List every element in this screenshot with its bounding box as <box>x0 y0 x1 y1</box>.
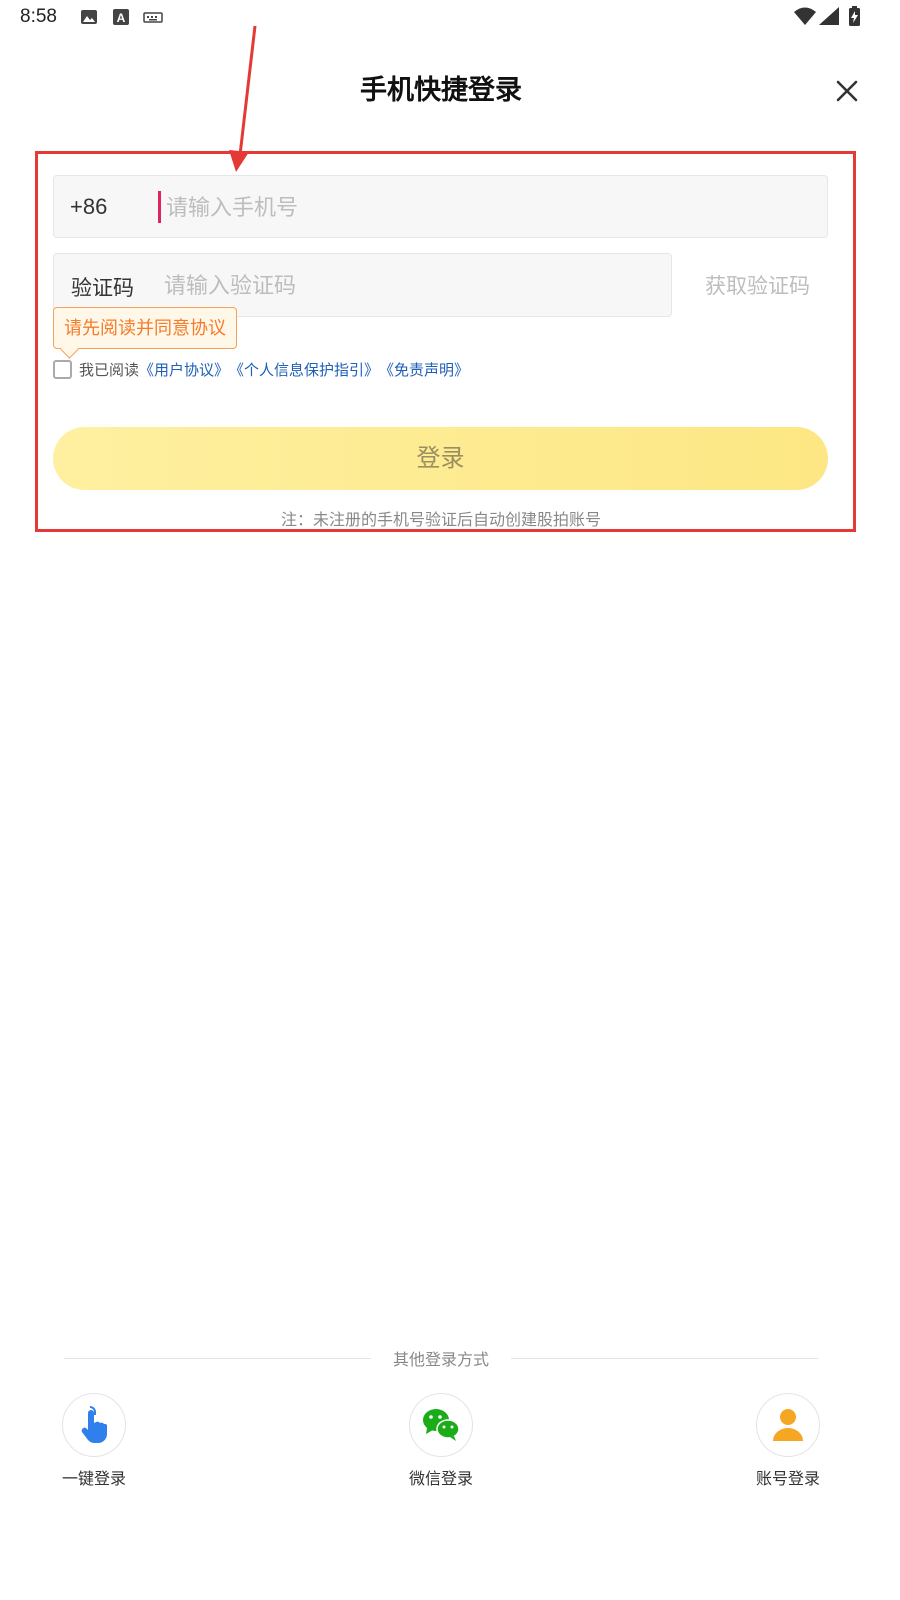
one-click-login-label[interactable]: 一键登录 <box>39 1465 149 1489</box>
login-screen: 8:58 A 手机快捷登录 +86 请输入手机号 验证码 请输入验证码 获取验证… <box>0 0 900 1600</box>
image-icon <box>81 10 97 24</box>
other-login-label: 其他登录方式 <box>371 1346 511 1370</box>
login-button[interactable]: 登录 <box>53 427 828 490</box>
account-login-circle[interactable] <box>756 1393 820 1457</box>
verification-code-input[interactable] <box>162 264 656 308</box>
wechat-login-circle[interactable] <box>409 1393 473 1457</box>
status-time: 8:58 <box>20 6 57 27</box>
user-agreement-link[interactable]: 《用户协议》 <box>139 359 229 380</box>
wechat-login-label[interactable]: 微信登录 <box>386 1465 496 1489</box>
disclaimer-link[interactable]: 《免责声明》 <box>379 359 469 380</box>
agreement-prefix: 我已阅读 <box>79 360 140 379</box>
tap-hand-icon <box>81 1406 107 1444</box>
privacy-guide-link[interactable]: 《个人信息保护指引》 <box>229 359 379 380</box>
verification-code-label: 验证码 <box>71 276 134 300</box>
svg-text:A: A <box>117 11 126 25</box>
signal-icon <box>819 7 839 25</box>
text-caret <box>158 191 161 223</box>
status-bar: 8:58 A <box>0 0 900 36</box>
agreement-tooltip: 请先阅读并同意协议 <box>53 307 237 359</box>
page-title: 手机快捷登录 <box>360 75 522 106</box>
agreement-checkbox[interactable] <box>53 359 72 379</box>
phone-input[interactable] <box>164 186 808 230</box>
phone-field[interactable]: +86 <box>53 175 828 238</box>
agreement-tooltip-text: 请先阅读并同意协议 <box>64 318 226 339</box>
keyboard-icon <box>143 12 163 23</box>
a-icon: A <box>113 9 129 25</box>
one-click-login-option[interactable]: 一键登录 <box>39 1393 149 1489</box>
close-icon[interactable] <box>830 74 864 108</box>
wifi-icon <box>794 7 816 25</box>
battery-charging-icon <box>849 6 860 26</box>
wechat-icon <box>423 1409 460 1441</box>
one-click-login-circle[interactable] <box>62 1393 126 1457</box>
agreement-row: 我已阅读 《用户协议》 《个人信息保护指引》 《免责声明》 <box>53 356 469 382</box>
wechat-login-option[interactable]: 微信登录 <box>386 1393 496 1489</box>
account-login-label[interactable]: 账号登录 <box>733 1465 843 1489</box>
user-icon <box>773 1409 803 1441</box>
country-code[interactable]: +86 <box>70 194 107 220</box>
get-code-button[interactable]: 获取验证码 <box>690 270 825 300</box>
registration-note: 注：未注册的手机号验证后自动创建股拍账号 <box>280 510 601 529</box>
account-login-option[interactable]: 账号登录 <box>733 1393 843 1489</box>
